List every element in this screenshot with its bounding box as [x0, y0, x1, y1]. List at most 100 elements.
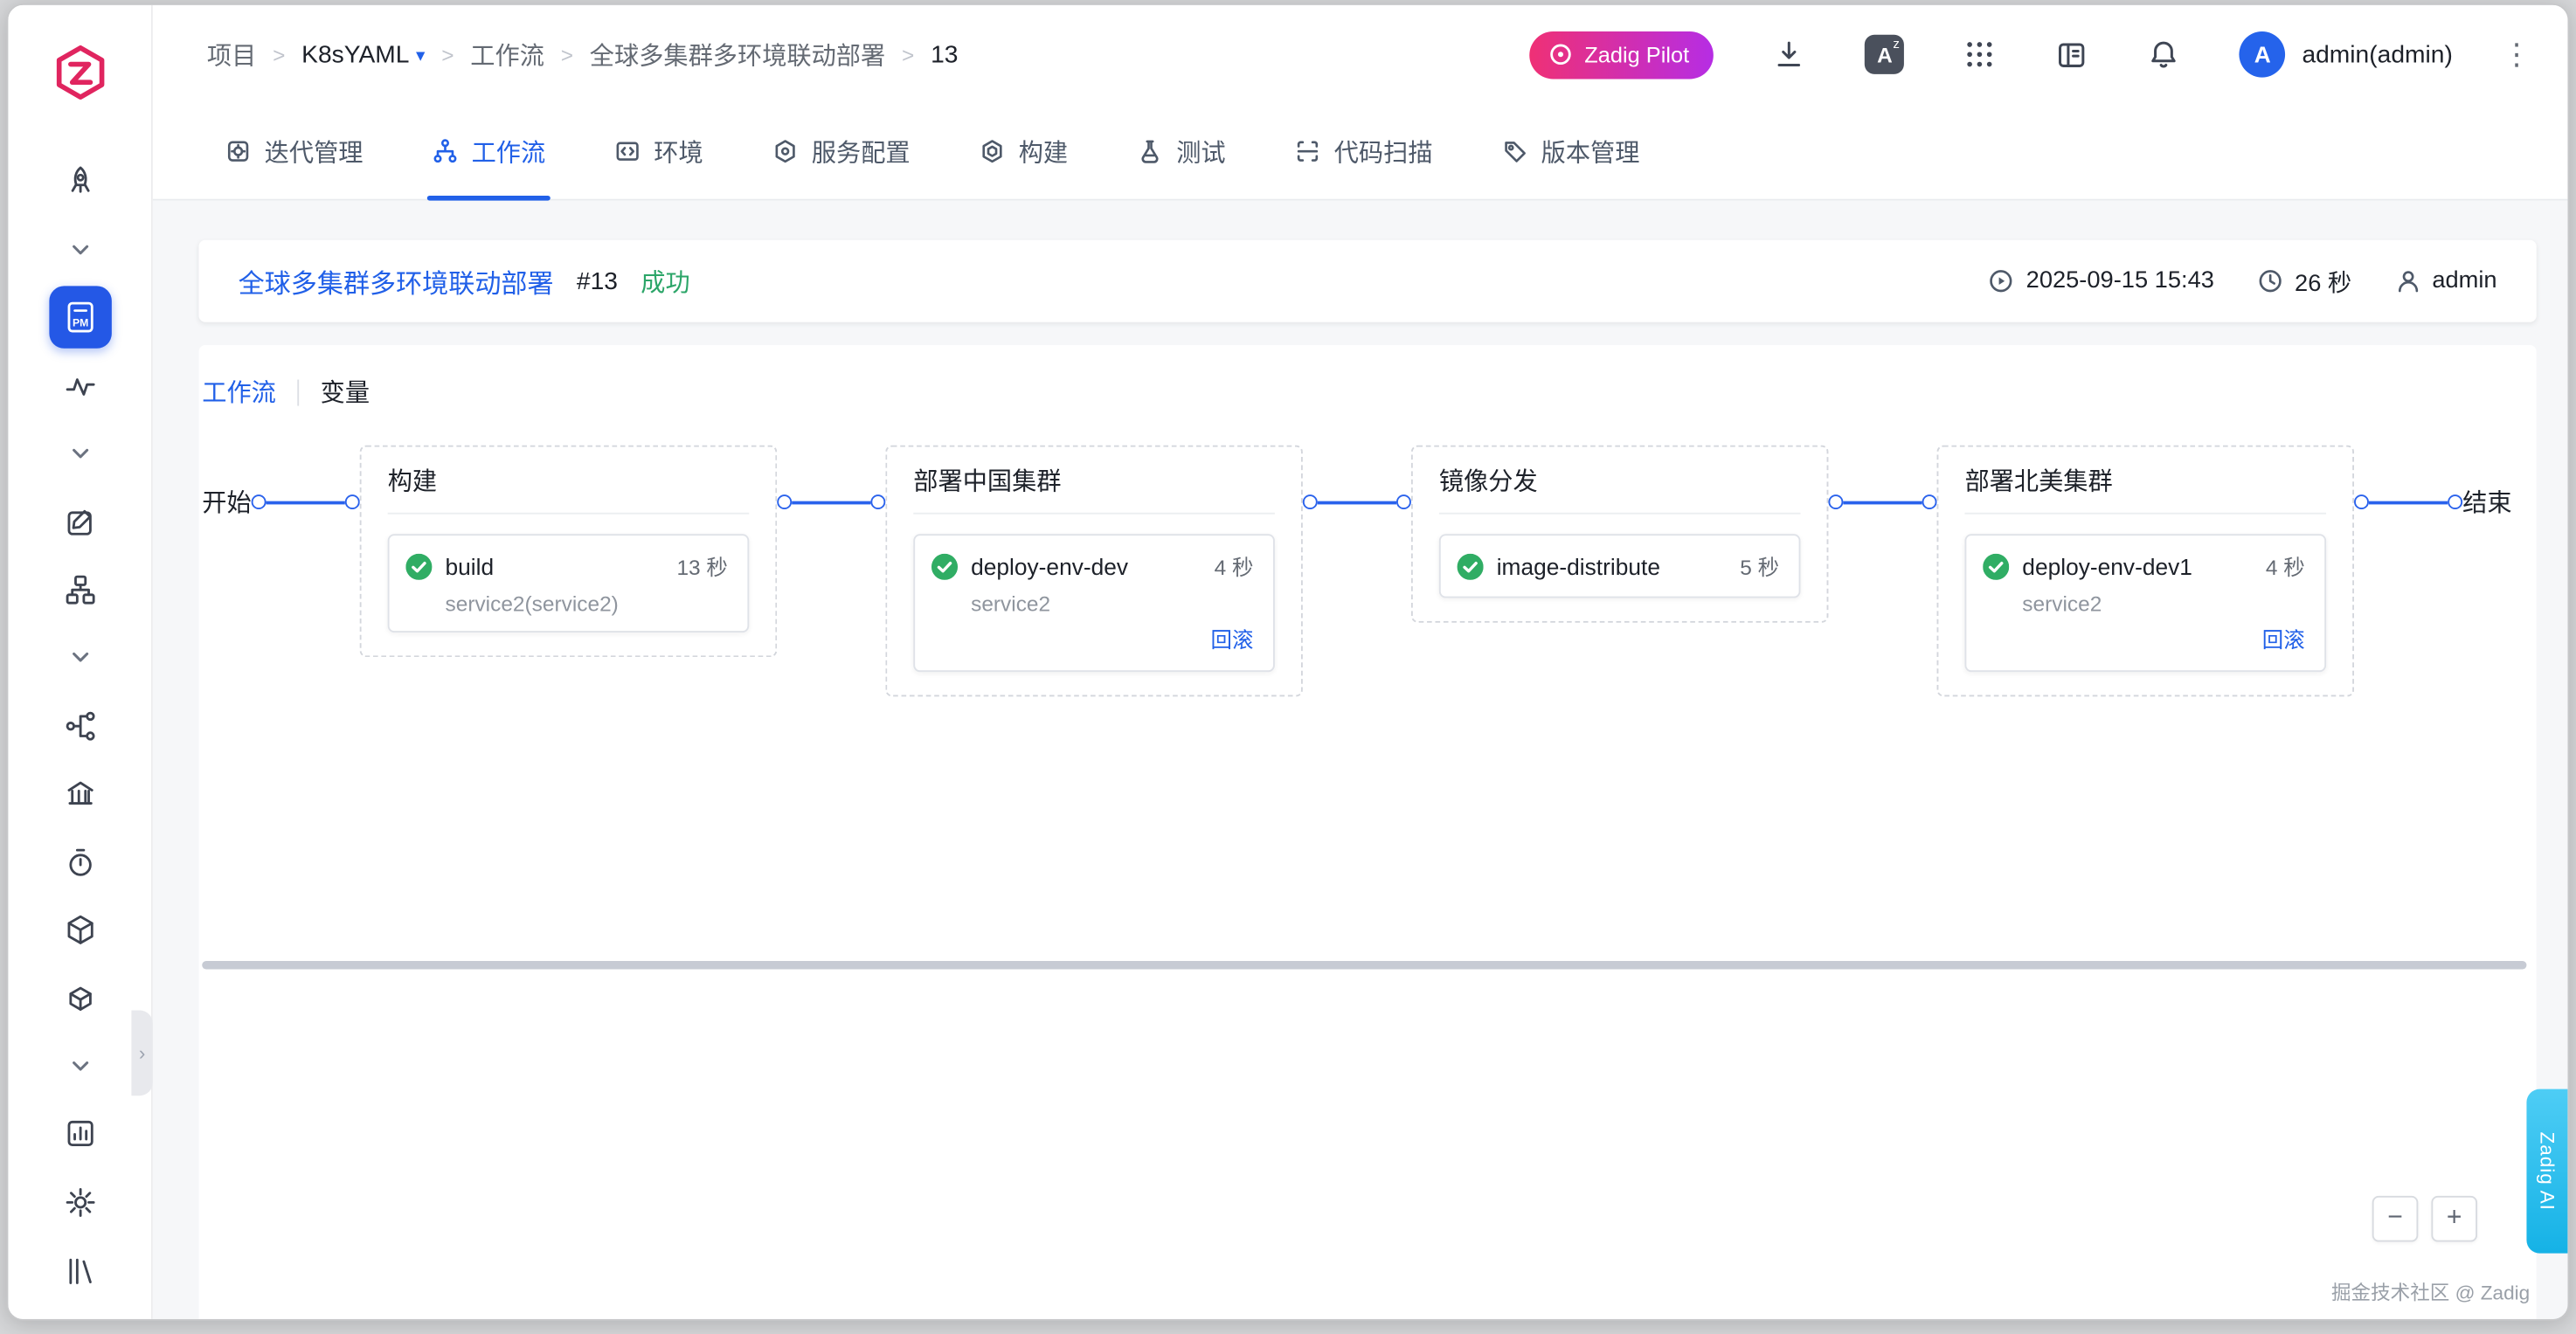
run-status-badge: 成功: [641, 264, 689, 298]
task-card-deploy-china[interactable]: deploy-env-dev 4 秒 service2 回滚: [913, 534, 1275, 672]
run-info-card: 全球多集群多环境联动部署 #13 成功 2025-09-15 15:43 26 …: [198, 240, 2536, 322]
stage-title: 构建: [388, 463, 750, 514]
zadig-pilot-button[interactable]: Zadig Pilot: [1528, 31, 1714, 79]
task-service: service2: [971, 591, 1253, 616]
success-check-icon: [1983, 553, 2009, 579]
stage-title: 部署北美集群: [1965, 463, 2327, 514]
task-service: service2(service2): [446, 591, 728, 616]
translate-button[interactable]: Az: [1865, 35, 1904, 74]
subtab-variables[interactable]: 变量: [321, 375, 370, 409]
tab-code-scan[interactable]: 代码扫描: [1295, 104, 1433, 199]
zadig-ai-tab[interactable]: Zadig AI: [2526, 1089, 2567, 1254]
sidebar-bottom: [8, 1168, 151, 1319]
environment-icon: [614, 138, 641, 164]
sidebar-item-project-active[interactable]: PM: [8, 284, 151, 352]
task-card-image-distribute[interactable]: image-distribute 5 秒: [1439, 534, 1801, 598]
zadig-logo-icon: [45, 42, 114, 111]
building-icon: [63, 778, 96, 811]
gear-icon: [63, 1186, 96, 1220]
user-menu[interactable]: A admin(admin): [2240, 31, 2453, 78]
breadcrumb-workflow[interactable]: 全球多集群多环境联动部署: [590, 38, 885, 72]
sidebar-item-settings[interactable]: [8, 1168, 151, 1237]
sidebar-item-form[interactable]: [8, 487, 151, 556]
breadcrumb-project-dropdown[interactable]: K8sYAML ▾: [301, 40, 425, 68]
bar-chart-icon: [63, 1117, 96, 1151]
sidebar-item-insight[interactable]: [8, 352, 151, 420]
sidebar-item-environment[interactable]: [8, 760, 151, 828]
workflow-icon: [432, 138, 458, 164]
tab-iteration[interactable]: 迭代管理: [225, 104, 364, 199]
task-duration: 4 秒: [1215, 550, 1254, 582]
tab-test[interactable]: 测试: [1137, 104, 1226, 199]
chevron-down-icon: [68, 442, 91, 465]
success-check-icon: [405, 553, 432, 579]
canvas-subtabs: 工作流 变量: [202, 375, 2536, 409]
zoom-out-button[interactable]: −: [2372, 1196, 2419, 1242]
tab-version[interactable]: 版本管理: [1502, 104, 1640, 199]
docs-button[interactable]: [2055, 38, 2088, 71]
breadcrumb-root[interactable]: 项目: [207, 38, 256, 72]
sidebar-expand-handle[interactable]: ›: [131, 1010, 152, 1096]
tag-icon: [1502, 138, 1528, 164]
pipeline-icon: [63, 709, 96, 743]
sidebar-item-report[interactable]: [8, 1100, 151, 1168]
more-menu-button[interactable]: ⋮: [2498, 38, 2534, 72]
build-icon: [980, 138, 1006, 164]
sidebar-group-chevron-2[interactable]: [8, 420, 151, 488]
task-card-build[interactable]: build 13 秒 service2(service2): [388, 534, 750, 632]
chevron-right-icon: ›: [139, 1041, 146, 1064]
clock-icon: [2257, 268, 2283, 294]
stage-deploy-na: 部署北美集群 deploy-env-dev1 4 秒 service2 回滚: [1937, 446, 2355, 697]
sidebar-item-audit[interactable]: [8, 1237, 151, 1306]
rollback-link[interactable]: 回滚: [2262, 627, 2305, 652]
subtab-divider: [297, 379, 299, 405]
sidebar-group-chevron-4[interactable]: [8, 1032, 151, 1100]
package-icon: [63, 914, 96, 947]
task-card-deploy-na[interactable]: deploy-env-dev1 4 秒 service2 回滚: [1965, 534, 2327, 672]
chevron-down-icon: [68, 646, 91, 669]
library-icon: [63, 1255, 96, 1289]
docs-icon: [2055, 38, 2088, 71]
sidebar-group-chevron-3[interactable]: [8, 624, 151, 692]
apps-button[interactable]: [1963, 38, 1997, 71]
task-duration: 4 秒: [2266, 550, 2305, 582]
sidebar: PM: [8, 5, 152, 1319]
sidebar-item-rocket[interactable]: [8, 148, 151, 216]
sidebar-group-chevron-1[interactable]: [8, 216, 151, 284]
breadcrumb-project-label: K8sYAML: [301, 40, 409, 68]
sidebar-item-package[interactable]: [8, 896, 151, 964]
chevron-down-icon: [68, 1054, 91, 1077]
download-button[interactable]: [1773, 38, 1806, 71]
subtab-workflow[interactable]: 工作流: [202, 375, 276, 409]
stage-build: 构建 build 13 秒 service2(service2): [360, 446, 778, 658]
rollback-link[interactable]: 回滚: [1211, 627, 1254, 652]
zadig-logo[interactable]: [8, 5, 151, 148]
notifications-button[interactable]: [2148, 38, 2181, 71]
sidebar-item-workflow-tree[interactable]: [8, 556, 151, 624]
flask-icon: [1137, 138, 1163, 164]
breadcrumb-separator: >: [441, 42, 454, 66]
tab-workflow[interactable]: 工作流: [432, 104, 545, 199]
run-number: #13: [577, 267, 618, 295]
tab-service-config[interactable]: 服务配置: [772, 104, 911, 199]
tab-build[interactable]: 构建: [980, 104, 1069, 199]
breadcrumb-section[interactable]: 工作流: [470, 38, 544, 72]
flow-end-label: 结束: [2462, 485, 2511, 519]
zoom-in-button[interactable]: +: [2431, 1196, 2477, 1242]
flow-connector: [2354, 494, 2462, 509]
sidebar-item-test[interactable]: [8, 828, 151, 896]
task-name: build: [446, 553, 664, 579]
start-time-icon: [1988, 268, 2014, 294]
caret-down-icon: ▾: [416, 44, 425, 65]
sidebar-item-pipeline[interactable]: [8, 692, 151, 760]
tab-environment[interactable]: 环境: [614, 104, 703, 199]
flow-connector: [252, 494, 360, 509]
run-meta: 2025-09-15 15:43 26 秒 admin: [1988, 264, 2496, 298]
flow-connector: [1828, 494, 1936, 509]
horizontal-scrollbar[interactable]: [202, 961, 2526, 969]
sidebar-item-delivery[interactable]: [8, 964, 151, 1033]
project-doc-icon: PM: [60, 298, 100, 337]
workflow-flow: 开始 构建 build 13 秒 service2(service2): [202, 446, 2536, 697]
workflow-name-link[interactable]: 全球多集群多环境联动部署: [239, 261, 554, 301]
task-name: image-distribute: [1497, 553, 1727, 579]
